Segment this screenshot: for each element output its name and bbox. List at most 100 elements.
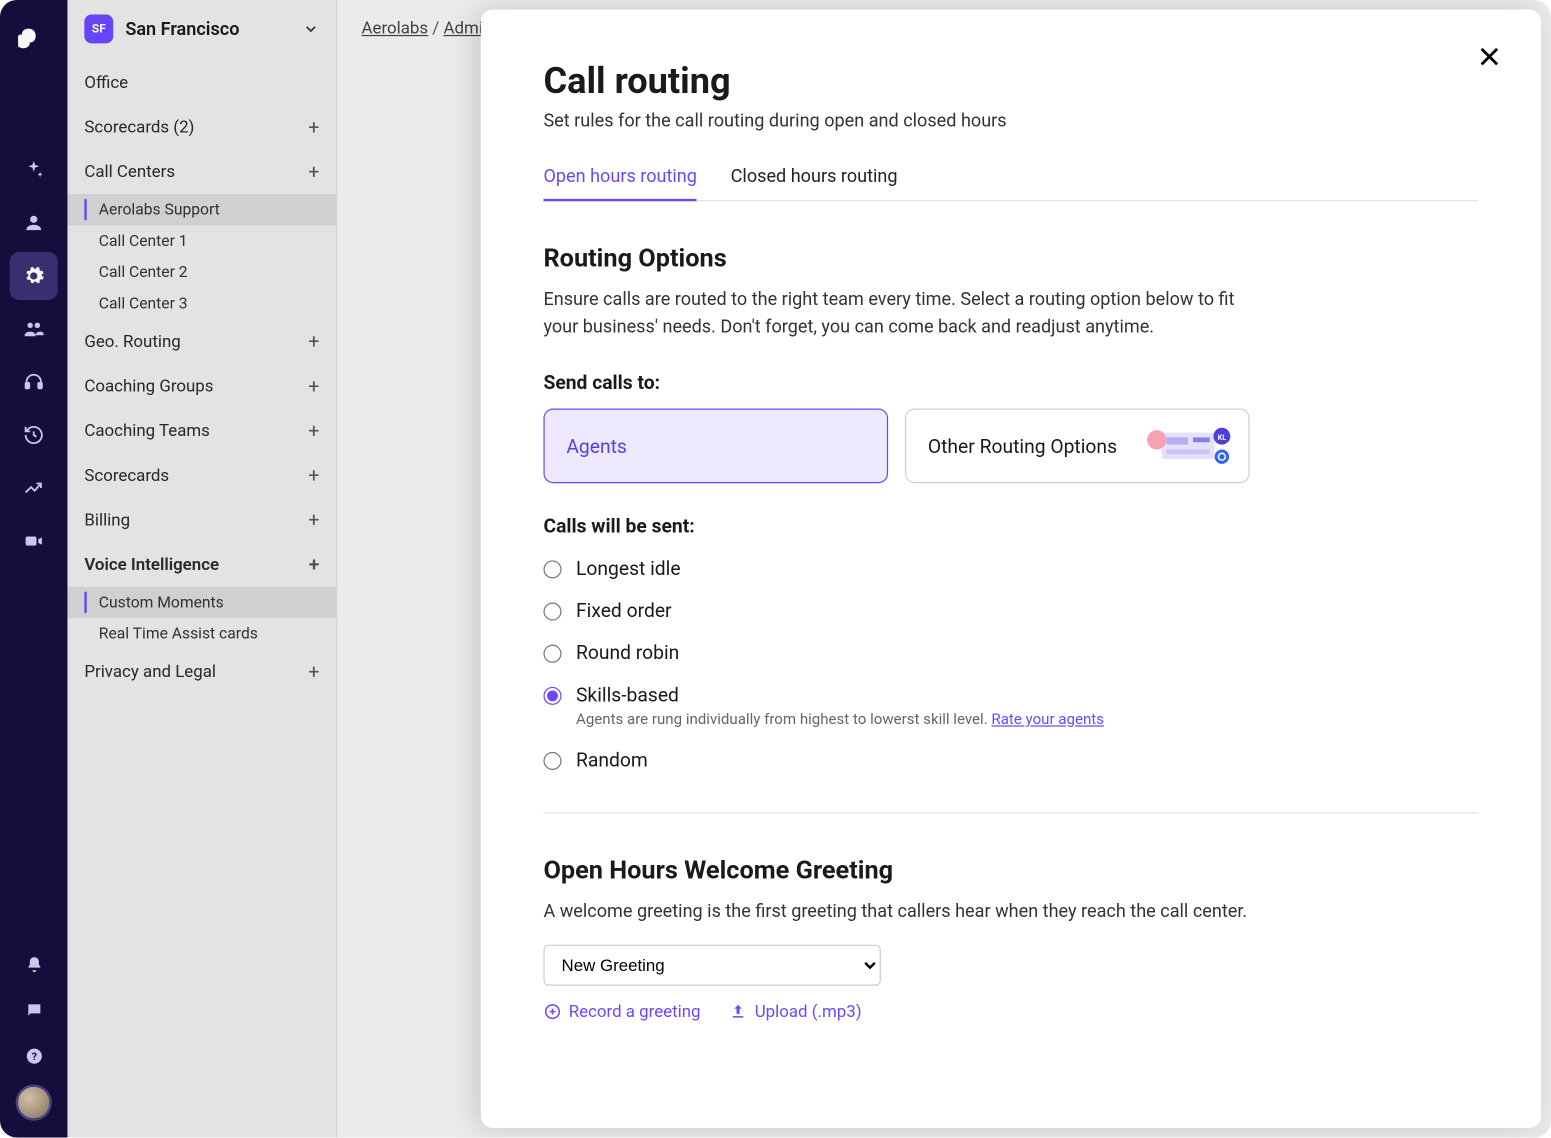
radio-hint: Agents are rung individually from highes… [576,711,1104,729]
app-frame: ? SF San Francisco Office Scorecards (2)… [0,0,1551,1138]
upload-icon [729,1003,747,1021]
card-label: Agents [566,434,627,457]
routing-desc: Ensure calls are routed to the right tea… [543,286,1266,340]
team-icon[interactable] [10,305,58,353]
nav-label: Custom Moments [99,593,224,611]
nav-label: Privacy and Legal [84,662,216,681]
nav-geo-routing[interactable]: Geo. Routing + [67,319,336,364]
plus-icon[interactable]: + [308,464,319,487]
breadcrumb-org[interactable]: Aerolabs [362,19,429,38]
app-logo [18,12,49,67]
tab-open-hours[interactable]: Open hours routing [543,165,696,201]
radio-label: Random [576,748,648,771]
greeting-desc: A welcome greeting is the first greeting… [543,898,1478,925]
link-label: Upload (.mp3) [755,1002,862,1021]
routing-cards: Agents Other Routing Options KL [543,408,1478,483]
close-icon [1476,43,1503,70]
radio-label: Longest idle [576,557,681,580]
plus-icon[interactable]: + [308,330,319,353]
plus-icon[interactable]: + [308,375,319,398]
nav-label: Voice Intelligence [84,555,219,574]
radio-label: Round robin [576,641,679,664]
chat-icon[interactable] [10,994,58,1025]
nav-label: Coaching Groups [84,377,213,396]
greeting-select[interactable]: New Greeting [543,944,880,985]
nav-scorecards2[interactable]: Scorecards (2)+ [67,105,336,150]
nav-label: Call Center 3 [99,295,188,313]
trend-icon[interactable] [10,464,58,512]
nav-label: Call Center 1 [99,232,188,250]
nav-label: Office [84,73,128,92]
radio-label: Fixed order [576,599,672,622]
nav-label: Billing [84,510,130,529]
panel-subtitle: Set rules for the call routing during op… [543,110,1478,132]
upload-greeting-button[interactable]: Upload (.mp3) [729,1002,861,1021]
nav-call-center-1[interactable]: Call Center 1 [67,225,336,256]
gear-icon[interactable] [10,252,58,300]
card-agents[interactable]: Agents [543,408,888,483]
card-label: Other Routing Options [928,434,1117,457]
nav-label: Aerolabs Support [99,201,220,219]
radio-input[interactable] [543,560,561,578]
radio-input[interactable] [543,603,561,621]
nav-aerolabs-support[interactable]: Aerolabs Support [67,194,336,225]
person-icon[interactable] [10,199,58,247]
history-icon[interactable] [10,411,58,459]
plus-icon[interactable]: + [308,160,319,183]
close-button[interactable] [1476,43,1503,70]
radio-longest-idle[interactable]: Longest idle [543,557,1478,580]
workspace-switcher[interactable]: SF San Francisco [67,0,336,60]
nav-label: Real Time Assist cards [99,625,258,643]
bell-icon[interactable] [10,948,58,979]
record-greeting-button[interactable]: Record a greeting [543,1002,700,1021]
radio-input[interactable] [543,645,561,663]
nav-call-center-3[interactable]: Call Center 3 [67,288,336,319]
plus-circle-icon [543,1003,561,1021]
nav-rta-cards[interactable]: Real Time Assist cards [67,618,336,649]
nav-call-centers[interactable]: Call Centers+ [67,149,336,194]
greeting-section: Open Hours Welcome Greeting A welcome gr… [543,857,1478,1021]
radio-round-robin[interactable]: Round robin [543,641,1478,664]
panel-title: Call routing [543,60,1478,102]
sparkle-icon[interactable] [10,146,58,194]
radio-random[interactable]: Random [543,748,1478,771]
plus-icon[interactable]: + [309,553,320,576]
help-icon[interactable]: ? [10,1040,58,1071]
link-label: Record a greeting [569,1002,701,1021]
radio-input[interactable] [543,752,561,770]
breadcrumb-section[interactable]: Admi [443,19,482,38]
nav-rail: ? [0,0,67,1138]
calls-sent-label: Calls will be sent: [543,515,1478,538]
nav-call-center-2[interactable]: Call Center 2 [67,257,336,288]
headset-icon[interactable] [10,358,58,406]
nav-custom-moments[interactable]: Custom Moments [67,587,336,618]
radio-input[interactable] [543,687,561,705]
workspace-name: San Francisco [125,18,290,40]
nav-privacy-legal[interactable]: Privacy and Legal + [67,649,336,694]
plus-icon[interactable]: + [308,509,319,532]
nav-office[interactable]: Office [67,60,336,105]
nav-coaching-groups[interactable]: Coaching Groups + [67,364,336,409]
radio-fixed-order[interactable]: Fixed order [543,599,1478,622]
send-calls-label: Send calls to: [543,371,1478,394]
user-avatar[interactable] [16,1085,52,1121]
plus-icon[interactable]: + [308,660,319,683]
sidebar: SF San Francisco Office Scorecards (2)+ … [67,0,337,1138]
routing-section: Routing Options Ensure calls are routed … [543,245,1478,772]
panel-tabs: Open hours routing Closed hours routing [543,165,1478,201]
tab-closed-hours[interactable]: Closed hours routing [731,165,898,200]
nav-voice-intelligence[interactable]: Voice Intelligence + [67,542,336,587]
nav-coaching-teams[interactable]: Caoching Teams+ [67,408,336,453]
nav-scorecards[interactable]: Scorecards + [67,453,336,498]
radio-skills-based[interactable]: Skills-based Agents are rung individuall… [543,683,1478,729]
nav-label: Geo. Routing [84,332,180,351]
nav-label: Call Center 2 [99,263,188,281]
plus-icon[interactable]: + [308,419,319,442]
plus-icon[interactable]: + [308,116,319,139]
rate-agents-link[interactable]: Rate your agents [991,711,1104,729]
video-icon[interactable] [10,517,58,565]
nav-billing[interactable]: Billing + [67,498,336,543]
nav-label: Scorecards [84,466,169,485]
section-divider [543,812,1478,813]
card-other-routing[interactable]: Other Routing Options KL [905,408,1250,483]
